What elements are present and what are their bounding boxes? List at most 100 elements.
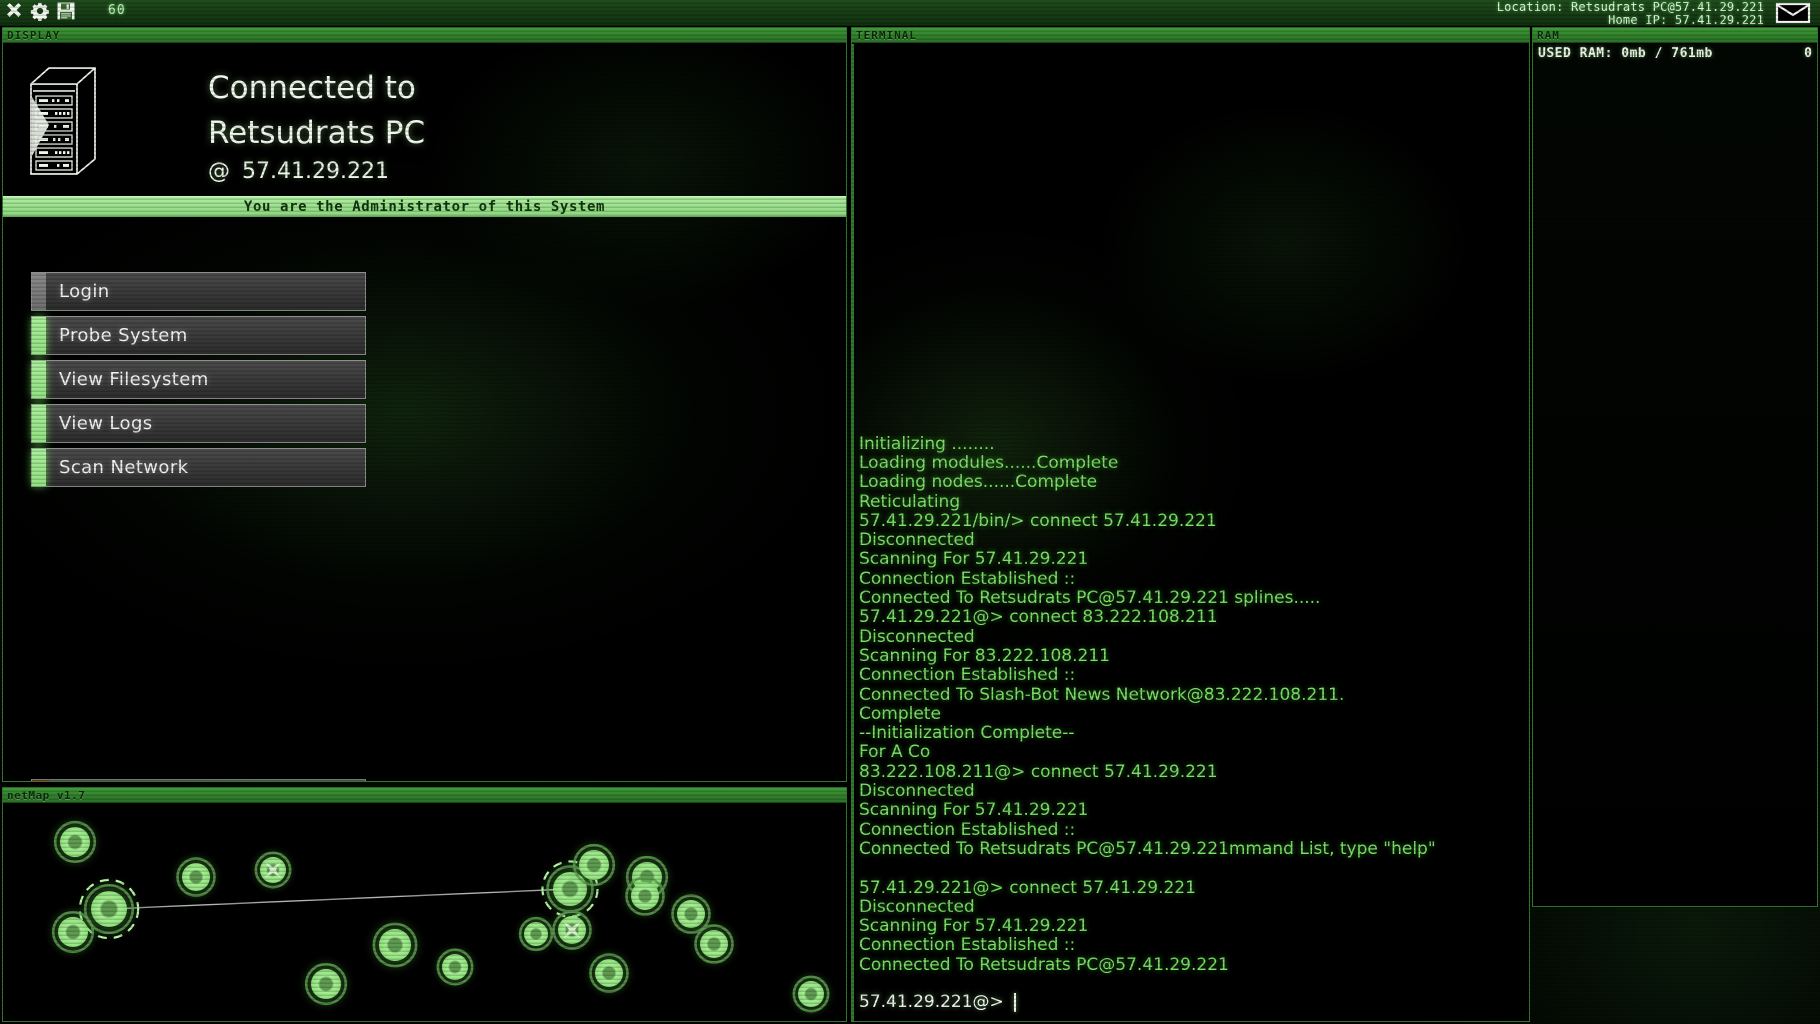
action-button-login[interactable]: Login <box>31 272 366 311</box>
netmap-node[interactable] <box>247 844 299 896</box>
action-label: View Filesystem <box>59 369 209 390</box>
netmap-node[interactable] <box>686 916 742 972</box>
terminal-line: Connected To Retsudrats PC@57.41.29.221 <box>859 954 1229 975</box>
ram-usage-text: USED RAM: 0mb / 761mb <box>1538 46 1713 61</box>
netmap-node[interactable] <box>429 941 481 993</box>
terminal-output: Initializing ........ Loading modules....… <box>859 44 1523 975</box>
terminal-line: Connected To Slash-Bot News Network@83.2… <box>859 684 1345 705</box>
terminal-line: Scanning For 57.41.29.221 <box>859 549 1089 570</box>
terminal-line: Connected To Retsudrats PC@57.41.29.221m… <box>859 838 1436 859</box>
action-button-list: Login Probe System View Filesystem View … <box>31 272 366 492</box>
top-toolbar: 60 Location: Retsudrats PC@57.41.29.221 … <box>0 0 1820 27</box>
netmap-node[interactable] <box>45 812 105 872</box>
terminal-line: Connection Established :: <box>859 568 1076 589</box>
terminal-line: 57.41.29.221@> connect 83.222.108.211 <box>859 607 1218 628</box>
disconnect-button[interactable]: Disconnect <box>31 779 366 781</box>
node-core <box>68 835 82 849</box>
node-core <box>684 907 698 921</box>
network-map-canvas[interactable] <box>3 804 846 1021</box>
action-button-scan-network[interactable]: Scan Network <box>31 448 366 487</box>
ip-value: 57.41.29.221 <box>242 159 389 184</box>
node-core <box>530 928 542 940</box>
terminal-line: For A Co <box>859 742 931 763</box>
home-ip-label: Home IP: 57.41.29.221 <box>1608 13 1764 27</box>
action-button-probe-system[interactable]: Probe System <box>31 316 366 355</box>
terminal-line: 57.41.29.221/bin/> connect 57.41.29.221 <box>859 510 1217 531</box>
display-panel: DISPLAY Connected to Retsudrats PC @ 57.… <box>2 27 847 782</box>
node-core <box>66 925 80 939</box>
connected-to-label: Connected to <box>208 70 416 106</box>
connection-text: Connected to Retsudrats PC @57.41.29.221 <box>208 66 425 188</box>
node-core <box>387 937 403 953</box>
action-button-view-logs[interactable]: View Logs <box>31 404 366 443</box>
action-label: Probe System <box>59 325 188 346</box>
connected-host-ip: @57.41.29.221 <box>208 156 425 188</box>
terminal-line: Disconnected <box>859 896 975 917</box>
settings-gear-icon[interactable] <box>30 1 50 21</box>
game-screen: 60 Location: Retsudrats PC@57.41.29.221 … <box>0 0 1820 1024</box>
status-accent-bar <box>32 405 46 442</box>
action-label: View Logs <box>59 413 153 434</box>
terminal-caret <box>1013 992 1016 1012</box>
netmap-panel: netMap v1.7 <box>2 787 847 1022</box>
action-label: Login <box>59 281 110 302</box>
terminal-line: Connection Established :: <box>859 819 1076 840</box>
fps-counter: 60 <box>108 3 126 18</box>
terminal-line: Connected To Retsudrats PC@57.41.29.221 … <box>859 588 1321 609</box>
terminal-line: Connection Established :: <box>859 935 1076 956</box>
at-symbol: @ <box>208 159 230 184</box>
connection-header: Connected to Retsudrats PC @57.41.29.221 <box>3 44 846 196</box>
terminal-line: Disconnected <box>859 530 975 551</box>
node-core <box>707 937 721 951</box>
terminal-panel-title: TERMINAL <box>852 28 1529 43</box>
connected-host-name: Retsudrats PC <box>208 115 426 151</box>
system-icon-group <box>4 1 76 21</box>
terminal-line: Scanning For 83.222.108.211 <box>859 645 1110 666</box>
ram-used-label: USED RAM: <box>1538 45 1613 61</box>
terminal-line: Scanning For 57.41.29.221 <box>859 916 1089 937</box>
ram-used-value: 0mb / 761mb <box>1621 45 1713 61</box>
terminal-line: Reticulating <box>859 491 961 512</box>
status-accent-bar <box>32 449 46 486</box>
ram-usage-row: USED RAM: 0mb / 761mb 0 <box>1533 44 1817 62</box>
node-core <box>638 889 652 903</box>
terminal-line: --Initialization Complete-- <box>859 723 1075 744</box>
terminal-line: 83.222.108.211@> connect 57.41.29.221 <box>859 761 1218 782</box>
ram-panel-title: RAM <box>1533 28 1817 43</box>
netmap-node[interactable] <box>363 913 427 977</box>
netmap-node[interactable] <box>43 902 103 962</box>
danger-accent-bar <box>32 780 50 781</box>
terminal-line: Loading modules......Complete <box>859 452 1119 473</box>
node-core <box>449 961 461 973</box>
terminal-line: Loading nodes......Complete <box>859 472 1098 493</box>
netmap-panel-title: netMap v1.7 <box>3 788 846 803</box>
netmap-node[interactable] <box>564 835 624 895</box>
terminal-line: Connection Established :: <box>859 665 1076 686</box>
close-icon[interactable] <box>4 1 24 21</box>
netmap-node[interactable] <box>168 849 224 905</box>
server-rack-icon <box>30 67 96 175</box>
display-panel-title: DISPLAY <box>3 28 846 43</box>
netmap-node[interactable] <box>581 945 637 1001</box>
disconnect-button-wrap: Disconnect <box>31 779 366 781</box>
save-floppy-icon[interactable] <box>56 1 76 21</box>
terminal-input-row[interactable]: 57.41.29.221@> <box>859 992 1523 1012</box>
netmap-node[interactable] <box>785 968 837 1020</box>
node-core <box>602 966 616 980</box>
terminal-panel: TERMINAL Initializing ........ Loading mo… <box>851 27 1530 1022</box>
terminal-line: Disconnected <box>859 781 975 802</box>
node-core <box>319 977 333 991</box>
node-core <box>101 901 117 917</box>
envelope-icon[interactable] <box>1770 2 1816 24</box>
terminal-line: Scanning For 57.41.29.221 <box>859 800 1089 821</box>
action-button-view-filesystem[interactable]: View Filesystem <box>31 360 366 399</box>
node-core <box>189 870 203 884</box>
node-core <box>805 988 817 1000</box>
node-core <box>587 858 601 872</box>
netmap-node[interactable] <box>512 910 560 958</box>
terminal-line: Disconnected <box>859 626 975 647</box>
admin-status-banner: You are the Administrator of this System <box>3 196 846 217</box>
terminal-prompt: 57.41.29.221@> <box>859 992 1004 1012</box>
terminal-line: Complete <box>859 703 941 724</box>
netmap-node[interactable] <box>296 954 356 1014</box>
